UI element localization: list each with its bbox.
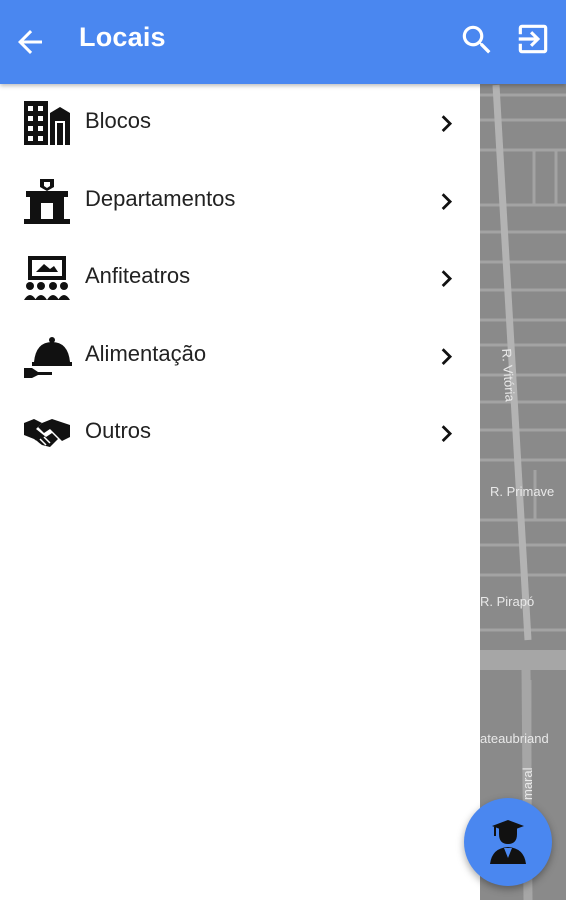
list-item-label: Blocos <box>85 108 152 133</box>
street-label: R. Pirapó <box>480 594 535 609</box>
department-icon <box>24 178 70 224</box>
list-item-label: Anfiteatros <box>85 263 191 288</box>
street-label: R. Primave <box>490 484 555 499</box>
list-item-blocos[interactable]: Blocos <box>0 84 480 162</box>
street-label: ateaubriand <box>480 731 549 746</box>
chevron-right-icon <box>441 347 453 365</box>
exit-icon[interactable] <box>514 20 552 58</box>
chevron-right-icon <box>441 425 453 443</box>
locations-list: Blocos Departamentos Anfiteatros Aliment… <box>0 84 480 900</box>
chevron-right-icon <box>441 115 453 133</box>
list-item-label: Outros <box>85 418 152 443</box>
map-view[interactable]: R. Vitória R. Primave R. Pirapó ateaubri… <box>480 0 566 900</box>
page-title: Locais <box>79 22 166 52</box>
app-bar: Locais <box>0 0 566 84</box>
list-item-outros[interactable]: Outros <box>0 394 480 472</box>
list-item-label: Departamentos <box>85 185 236 211</box>
chevron-right-icon <box>441 192 453 210</box>
buildings-icon <box>24 101 70 145</box>
list-item-anfiteatros[interactable]: Anfiteatros <box>0 239 480 317</box>
chevron-right-icon <box>441 270 453 288</box>
map-streets <box>480 84 566 900</box>
auditorium-icon <box>24 256 70 300</box>
list-item-departamentos[interactable]: Departamentos <box>0 162 480 240</box>
list-item-label: Alimentação <box>85 340 207 366</box>
food-service-icon <box>24 336 72 378</box>
search-icon[interactable] <box>458 21 496 59</box>
street-label: maral <box>520 767 535 800</box>
list-item-alimentacao[interactable]: Alimentação <box>0 317 480 395</box>
graduate-fab-button[interactable] <box>464 798 552 886</box>
arrow-back-icon[interactable] <box>12 24 48 60</box>
handshake-icon <box>24 419 70 447</box>
graduate-icon <box>490 820 526 864</box>
